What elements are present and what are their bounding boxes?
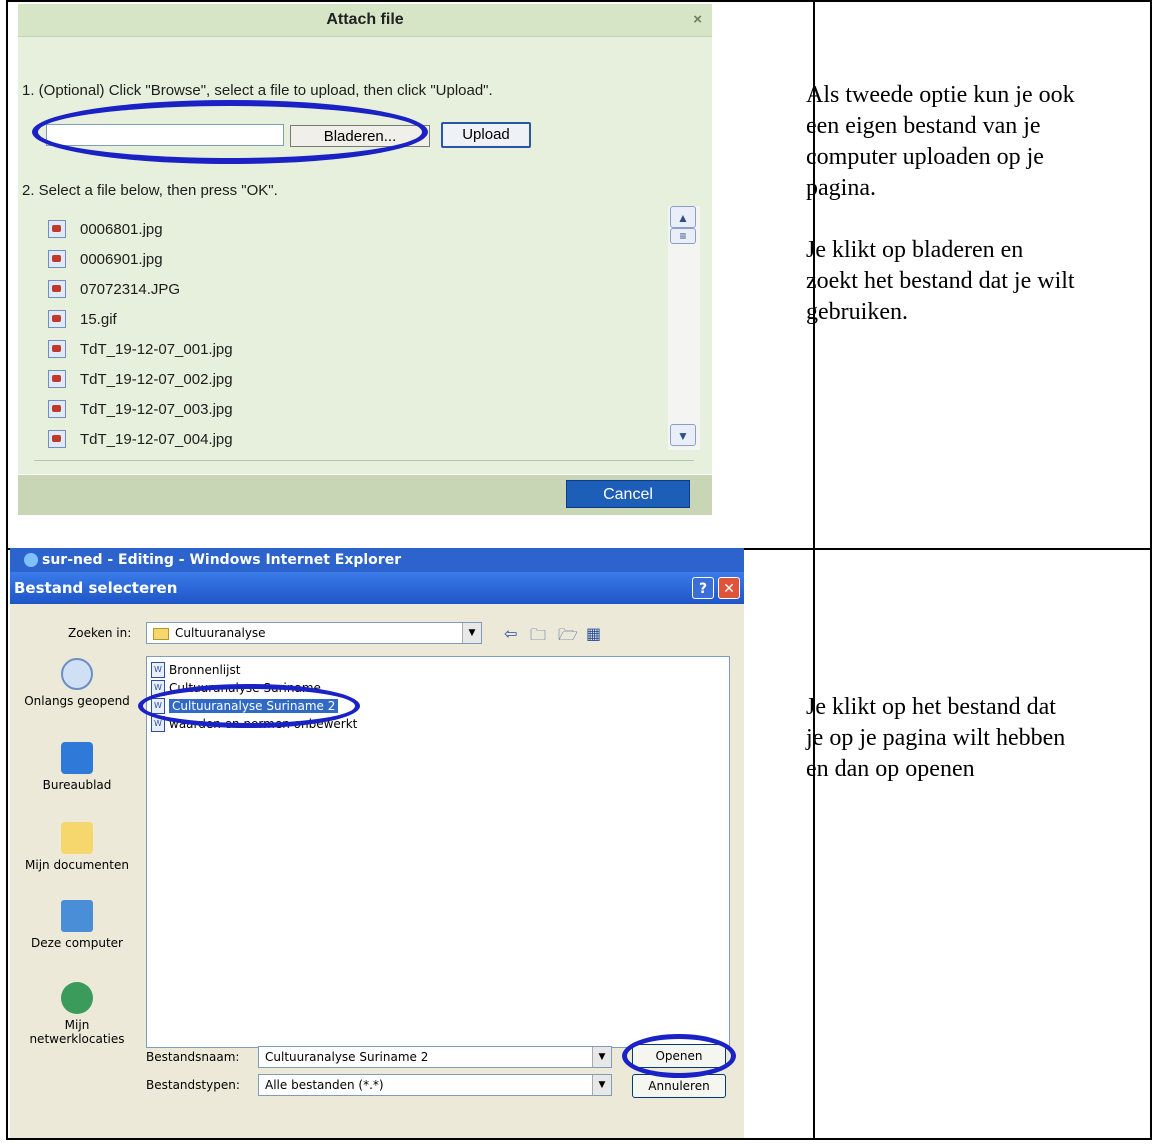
up-folder-icon[interactable]: 🗀	[530, 624, 546, 651]
file-list: 0006801.jpg 0006901.jpg 07072314.JPG 15.…	[48, 214, 233, 454]
image-file-icon	[48, 310, 66, 328]
attach-dialog-titlebar: Attach file ×	[18, 4, 712, 37]
filename-input[interactable]: Cultuuranalyse Suriname 2 ▼	[258, 1046, 612, 1068]
new-folder-icon[interactable]: 🗁	[558, 624, 578, 651]
list-item[interactable]: TdT_19-12-07_002.jpg	[48, 364, 233, 394]
computer-icon	[61, 900, 93, 932]
select-instruction: 2. Select a file below, then press "OK".	[22, 182, 278, 199]
desktop-icon	[61, 742, 93, 774]
instruction-text-bottom: Je klikt op het bestand dat je op je pagi…	[806, 694, 1066, 782]
place-computer[interactable]: Deze computer	[22, 900, 132, 950]
scroll-down-icon[interactable]: ▼	[670, 424, 696, 446]
file-list-scrollbar[interactable]: ▲ ≡ ▼	[668, 206, 700, 450]
view-menu-icon[interactable]: ▦	[586, 624, 601, 643]
close-button[interactable]: ✕	[718, 577, 740, 599]
filetype-label: Bestandstypen:	[146, 1078, 240, 1092]
ie-icon	[24, 553, 38, 567]
chevron-down-icon[interactable]: ▼	[462, 623, 481, 643]
highlight-oval	[138, 684, 360, 728]
recent-icon	[61, 658, 93, 690]
scroll-up-icon[interactable]: ▲	[670, 206, 696, 228]
folder-icon	[153, 627, 169, 640]
highlight-oval	[32, 100, 428, 164]
dialog-titlebar: Bestand selecteren ? ✕	[10, 572, 744, 604]
file-open-dialog: sur-ned - Editing - Windows Internet Exp…	[10, 548, 744, 1138]
look-in-label: Zoeken in:	[68, 626, 132, 640]
close-icon[interactable]: ×	[693, 4, 702, 36]
list-item[interactable]: 15.gif	[48, 304, 233, 334]
place-documents[interactable]: Mijn documenten	[22, 822, 132, 872]
network-icon	[61, 982, 93, 1014]
image-file-icon	[48, 340, 66, 358]
image-file-icon	[48, 400, 66, 418]
upload-instruction: 1. (Optional) Click "Browse", select a f…	[22, 82, 493, 99]
list-item[interactable]: TdT_19-12-07_003.jpg	[48, 394, 233, 424]
dialog-title: Bestand selecteren	[14, 579, 178, 597]
highlight-oval	[622, 1034, 736, 1078]
place-desktop[interactable]: Bureaublad	[22, 742, 132, 792]
image-file-icon	[48, 280, 66, 298]
scroll-thumb[interactable]: ≡	[670, 228, 696, 244]
attach-file-dialog: Attach file × 1. (Optional) Click "Brows…	[18, 4, 712, 515]
list-item[interactable]: 0006901.jpg	[48, 244, 233, 274]
list-item[interactable]: 0006801.jpg	[48, 214, 233, 244]
instruction-text-top: Als tweede optie kun je ook een eigen bes…	[806, 82, 1075, 325]
list-item[interactable]: TdT_19-12-07_001.jpg	[48, 334, 233, 364]
upload-button[interactable]: Upload	[441, 122, 531, 148]
chevron-down-icon[interactable]: ▼	[592, 1047, 611, 1067]
look-in-select[interactable]: Cultuuranalyse ▼	[146, 622, 482, 644]
documents-folder-icon	[61, 822, 93, 854]
filename-label: Bestandsnaam:	[146, 1050, 240, 1064]
place-network[interactable]: Mijn netwerklocaties	[22, 982, 132, 1046]
list-item[interactable]: 07072314.JPG	[48, 274, 233, 304]
image-file-icon	[48, 220, 66, 238]
image-file-icon	[48, 430, 66, 448]
divider	[34, 460, 694, 461]
back-icon[interactable]: ⇦	[504, 624, 517, 643]
word-file-icon: W	[151, 662, 165, 678]
image-file-icon	[48, 250, 66, 268]
ie-window-title: sur-ned - Editing - Windows Internet Exp…	[10, 548, 744, 572]
list-item[interactable]: TdT_19-12-07_004.jpg	[48, 424, 233, 454]
filetype-select[interactable]: Alle bestanden (*.*) ▼	[258, 1074, 612, 1096]
help-button[interactable]: ?	[692, 577, 714, 599]
place-recent[interactable]: Onlangs geopend	[22, 658, 132, 708]
list-item[interactable]: W Bronnenlijst	[151, 661, 240, 679]
attach-dialog-title: Attach file	[326, 11, 404, 28]
cancel-button[interactable]: Cancel	[566, 480, 690, 508]
chevron-down-icon[interactable]: ▼	[592, 1075, 611, 1095]
image-file-icon	[48, 370, 66, 388]
